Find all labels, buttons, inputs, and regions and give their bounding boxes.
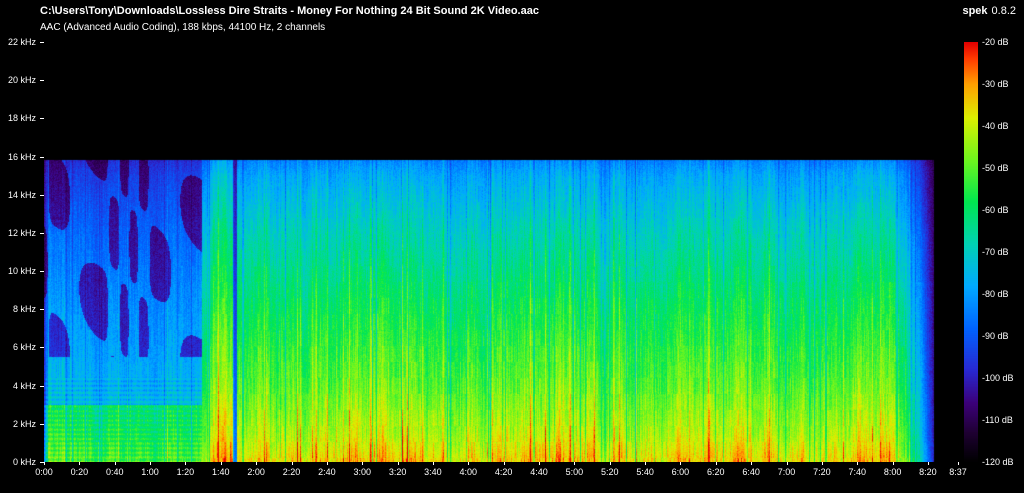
freq-tick-label: 20 kHz xyxy=(8,75,36,85)
time-tick-label: 6:00 xyxy=(672,467,690,477)
time-tick-label: 7:00 xyxy=(778,467,796,477)
time-tick xyxy=(610,462,611,465)
app-version: 0.8.2 xyxy=(992,5,1016,17)
spectrogram-canvas xyxy=(44,42,958,462)
db-colorbar xyxy=(964,42,978,462)
db-axis: -20 dB-30 dB-40 dB-50 dB-60 dB-70 dB-80 … xyxy=(982,42,1024,462)
time-tick xyxy=(716,462,717,465)
spectrogram-plot xyxy=(44,42,958,462)
time-tick-label: 2:00 xyxy=(247,467,265,477)
db-tick-label: -90 dB xyxy=(982,331,1009,341)
time-tick-label: 1:40 xyxy=(212,467,230,477)
time-tick-label: 0:00 xyxy=(35,467,53,477)
time-tick-label: 2:40 xyxy=(318,467,336,477)
time-tick xyxy=(185,462,186,465)
db-tick-label: -70 dB xyxy=(982,247,1009,257)
time-tick-label: 7:20 xyxy=(813,467,831,477)
app-name: spek xyxy=(962,5,987,17)
freq-tick-label: 22 kHz xyxy=(8,37,36,47)
db-tick-label: -80 dB xyxy=(982,289,1009,299)
time-tick-label: 4:00 xyxy=(460,467,478,477)
time-tick-label: 6:20 xyxy=(707,467,725,477)
time-axis: 0:000:200:401:001:201:402:002:202:403:00… xyxy=(44,462,958,482)
db-tick-label: -110 dB xyxy=(982,415,1013,425)
db-tick-label: -20 dB xyxy=(982,37,1009,47)
db-tick-label: -60 dB xyxy=(982,205,1009,215)
time-tick-label: 3:20 xyxy=(389,467,407,477)
time-tick xyxy=(150,462,151,465)
frequency-axis: 22 kHz20 kHz18 kHz16 kHz14 kHz12 kHz10 k… xyxy=(0,42,44,462)
db-tick-label: -100 dB xyxy=(982,373,1014,383)
time-tick xyxy=(958,462,959,465)
time-tick-label: 5:40 xyxy=(636,467,654,477)
time-tick-label: 1:00 xyxy=(141,467,159,477)
time-tick-label: 8:37 xyxy=(949,467,967,477)
time-tick xyxy=(362,462,363,465)
time-tick xyxy=(327,462,328,465)
freq-tick-label: 18 kHz xyxy=(8,113,36,123)
time-tick-label: 4:20 xyxy=(495,467,513,477)
freq-tick-label: 4 kHz xyxy=(13,381,36,391)
time-tick xyxy=(928,462,929,465)
db-tick-label: -120 dB xyxy=(982,457,1014,467)
db-tick-label: -40 dB xyxy=(982,121,1009,131)
time-tick xyxy=(256,462,257,465)
freq-tick-label: 2 kHz xyxy=(13,419,36,429)
time-tick xyxy=(822,462,823,465)
time-tick-label: 6:40 xyxy=(742,467,760,477)
time-tick-label: 4:40 xyxy=(530,467,548,477)
time-tick xyxy=(680,462,681,465)
time-tick xyxy=(504,462,505,465)
time-tick xyxy=(79,462,80,465)
db-tick-label: -50 dB xyxy=(982,163,1009,173)
time-tick xyxy=(398,462,399,465)
time-tick xyxy=(468,462,469,465)
time-tick xyxy=(292,462,293,465)
time-tick-label: 5:00 xyxy=(566,467,584,477)
time-tick-label: 8:20 xyxy=(919,467,937,477)
time-tick-label: 0:20 xyxy=(71,467,89,477)
time-tick-label: 3:40 xyxy=(424,467,442,477)
freq-tick-label: 10 kHz xyxy=(8,266,36,276)
freq-tick-label: 8 kHz xyxy=(13,304,36,314)
db-tick-label: -30 dB xyxy=(982,79,1009,89)
time-tick-label: 0:40 xyxy=(106,467,124,477)
time-tick xyxy=(857,462,858,465)
time-tick xyxy=(574,462,575,465)
freq-tick-label: 14 kHz xyxy=(8,190,36,200)
file-path-title: C:\Users\Tony\Downloads\Lossless Dire St… xyxy=(40,5,539,17)
app-name-version: spek 0.8.2 xyxy=(962,5,1016,17)
time-tick xyxy=(221,462,222,465)
time-tick-label: 1:20 xyxy=(177,467,195,477)
freq-tick-label: 16 kHz xyxy=(8,152,36,162)
time-tick xyxy=(787,462,788,465)
time-tick-label: 2:20 xyxy=(283,467,301,477)
time-tick-label: 8:00 xyxy=(884,467,902,477)
codec-info: AAC (Advanced Audio Coding), 188 kbps, 4… xyxy=(40,22,325,33)
time-tick xyxy=(645,462,646,465)
time-tick xyxy=(44,462,45,465)
time-tick xyxy=(751,462,752,465)
time-tick-label: 7:40 xyxy=(848,467,866,477)
freq-tick-label: 6 kHz xyxy=(13,342,36,352)
time-tick xyxy=(539,462,540,465)
time-tick xyxy=(893,462,894,465)
time-tick-label: 5:20 xyxy=(601,467,619,477)
freq-tick-label: 12 kHz xyxy=(8,228,36,238)
time-tick xyxy=(115,462,116,465)
time-tick-label: 3:00 xyxy=(353,467,371,477)
time-tick xyxy=(433,462,434,465)
freq-tick-label: 0 kHz xyxy=(13,457,36,467)
